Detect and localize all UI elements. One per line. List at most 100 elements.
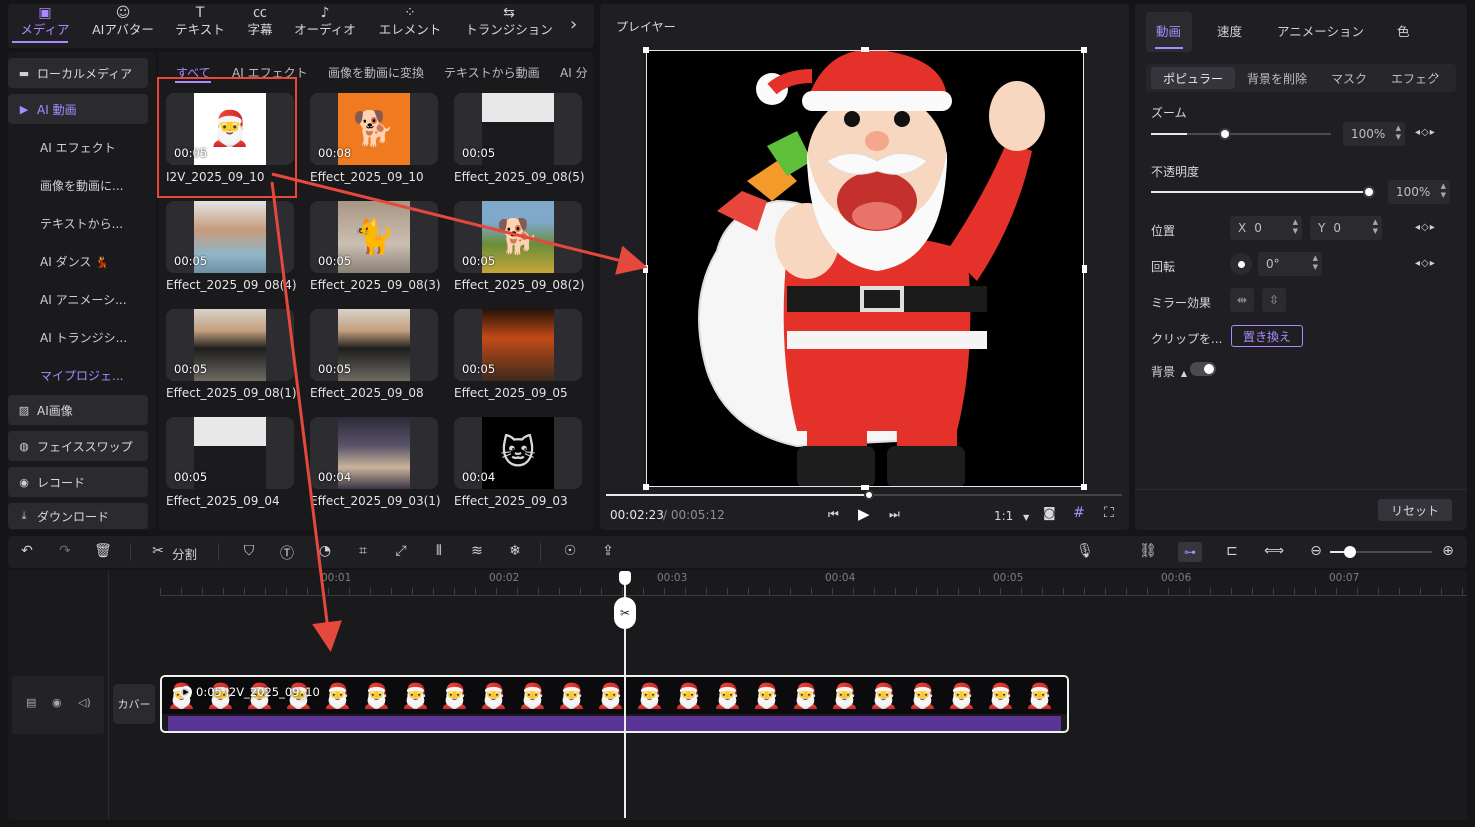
fullscreen-icon[interactable]: ⛶ xyxy=(1104,505,1114,521)
stepper-icon[interactable]: ▲ ▼ xyxy=(1293,218,1298,236)
video-clip[interactable]: 🎅🎅🎅🎅🎅🎅🎅🎅🎅🎅🎅🎅🎅🎅🎅🎅🎅🎅🎅🎅🎅🎅🎅 ▶ 0:05 I2V_2025_… xyxy=(160,675,1069,733)
sub-tab-popular[interactable]: ポピュラー xyxy=(1163,70,1223,87)
time-ruler[interactable] xyxy=(160,595,1467,596)
sidebar-item-ai-video[interactable]: ▶ AI 動画 xyxy=(8,94,148,124)
resize-handle-right[interactable] xyxy=(1082,265,1087,273)
microphone-icon[interactable]: 🎙 xyxy=(1075,543,1095,559)
play-icon[interactable]: ▶ xyxy=(858,505,870,523)
mask-shape-icon[interactable]: ⛉ xyxy=(239,543,259,559)
speed-icon[interactable]: ◔ xyxy=(315,543,335,559)
keyframe-nav-icon[interactable]: ◂◇▸ xyxy=(1415,222,1436,233)
redo-icon[interactable]: ↷ xyxy=(55,543,75,559)
media-card[interactable]: 🐈 00:05 xyxy=(310,201,438,273)
sidebar-item-local-media[interactable]: ▬ ローカルメディア xyxy=(8,58,148,88)
tab-ai-avatar[interactable]: ☺ AIアバター xyxy=(88,4,158,38)
undo-icon[interactable]: ↶ xyxy=(17,543,37,559)
background-toggle[interactable] xyxy=(1190,362,1216,376)
snapshot-icon[interactable]: ◙ xyxy=(1043,506,1056,521)
speaker-icon[interactable]: ◁) xyxy=(78,696,91,709)
resize-handle-br[interactable] xyxy=(1081,484,1087,490)
sidebar-sub-image-to-video[interactable]: 画像を動画に... xyxy=(40,177,123,194)
cover-button[interactable]: カバー xyxy=(113,684,155,724)
tab-speed[interactable]: 速度 xyxy=(1217,21,1242,40)
sidebar-item-ai-image[interactable]: ▨ AI画像 xyxy=(8,395,148,425)
tab-text[interactable]: T テキスト xyxy=(172,4,228,38)
scissors-icon[interactable]: ✂ xyxy=(148,543,168,559)
media-card[interactable]: 🐕 00:08 xyxy=(310,93,438,165)
sidebar-sub-ai-dance[interactable]: AI ダンス 💃 xyxy=(40,253,109,270)
stepper-icon[interactable]: ▲ ▼ xyxy=(1373,218,1378,236)
sub-tab-mask[interactable]: マスク xyxy=(1331,70,1367,87)
sidebar-sub-my-projects[interactable]: マイプロジェ... xyxy=(40,367,123,384)
preview-canvas[interactable] xyxy=(646,50,1084,487)
mirror-vertical-icon[interactable]: ⇳ xyxy=(1262,288,1286,312)
opacity-slider-knob[interactable] xyxy=(1363,186,1375,198)
film-icon[interactable]: ▤ xyxy=(26,696,36,709)
media-card[interactable]: 00:05 xyxy=(454,309,582,381)
sidebar-item-face-swap[interactable]: ◍ フェイススワップ xyxy=(8,431,148,461)
keyframe-nav-icon[interactable]: ◂◇▸ xyxy=(1415,127,1436,138)
link-icon[interactable]: ⛓ xyxy=(1138,543,1158,559)
crop-icon[interactable]: ⌗ xyxy=(353,543,373,559)
export-clip-icon[interactable]: ⇪ xyxy=(598,543,618,559)
zoom-in-icon[interactable]: ⊕ xyxy=(1438,543,1458,559)
media-card[interactable]: 🐕 00:05 xyxy=(454,201,582,273)
media-tab-more[interactable]: AI 分 xyxy=(560,64,588,81)
zoom-out-icon[interactable]: ⊖ xyxy=(1306,543,1326,559)
position-y-input[interactable]: Y 0 ▲ ▼ xyxy=(1310,216,1382,240)
sidebar-sub-ai-effect[interactable]: AI エフェクト xyxy=(40,139,116,156)
sidebar-sub-ai-animation[interactable]: AI アニメーシ... xyxy=(40,291,127,308)
tab-media[interactable]: ▣ メディア xyxy=(18,4,72,38)
playhead-handle[interactable] xyxy=(619,571,631,585)
text-box-icon[interactable]: Ⓣ xyxy=(277,543,297,563)
scissors-icon[interactable]: ✂ xyxy=(614,597,636,629)
align-icon[interactable]: ≋ xyxy=(467,543,487,559)
tab-animation[interactable]: アニメーション xyxy=(1277,21,1364,40)
opacity-input[interactable]: 100% ▲ ▼ xyxy=(1388,180,1450,204)
stepper-icon[interactable]: ▲ ▼ xyxy=(1396,124,1401,142)
sidebar-item-record[interactable]: ◉ レコード xyxy=(8,467,148,497)
stepper-icon[interactable]: ▲ ▼ xyxy=(1441,182,1446,200)
tab-transition[interactable]: ⇆ トランジション xyxy=(462,4,556,38)
resize-icon[interactable]: ⤢ xyxy=(391,543,411,559)
split-track-icon[interactable]: ⊏ xyxy=(1222,543,1242,559)
media-card[interactable]: 00:05 xyxy=(166,417,294,489)
fit-timeline-icon[interactable]: ⟺ xyxy=(1264,543,1284,559)
replace-button[interactable]: 置き換え xyxy=(1231,325,1303,347)
keyframe-nav-icon[interactable]: ◂◇▸ xyxy=(1415,258,1436,269)
media-card[interactable]: 00:05 xyxy=(166,309,294,381)
media-tab-image-to-video[interactable]: 画像を動画に変換 xyxy=(328,64,424,81)
eye-icon[interactable]: ◉ xyxy=(52,696,62,709)
ai-face-icon[interactable]: ☉ xyxy=(560,543,580,559)
resize-handle-tr[interactable] xyxy=(1081,47,1087,53)
next-frame-icon[interactable]: ⏭ xyxy=(889,507,900,522)
delete-icon[interactable]: 🗑 xyxy=(93,543,113,559)
tab-caption[interactable]: ㏄ 字幕 xyxy=(244,4,276,38)
rotation-input[interactable]: 0° ▲ ▼ xyxy=(1258,252,1322,276)
stepper-icon[interactable]: ▲ ▼ xyxy=(1313,254,1318,272)
zoom-input[interactable]: 100% ▲ ▼ xyxy=(1343,122,1405,146)
resize-handle-bl[interactable] xyxy=(643,484,649,490)
tab-video[interactable]: 動画 xyxy=(1156,21,1181,40)
position-x-input[interactable]: X 0 ▲ ▼ xyxy=(1230,216,1302,240)
sidebar-sub-ai-transition[interactable]: AI トランジシ... xyxy=(40,329,127,346)
split-button[interactable]: 分割 xyxy=(172,544,197,563)
magnet-snap-icon[interactable]: ⊶ xyxy=(1178,542,1202,562)
media-card[interactable]: 00:05 xyxy=(310,309,438,381)
chevron-right-icon[interactable]: › xyxy=(570,14,577,35)
media-card[interactable]: 00:05 xyxy=(454,93,582,165)
sidebar-item-download[interactable]: ⤓ ダウンロード xyxy=(8,503,148,529)
sidebar-sub-text-to-video[interactable]: テキストから... xyxy=(40,215,123,232)
resize-handle-top[interactable] xyxy=(861,47,869,52)
zoom-slider-knob[interactable] xyxy=(1219,128,1231,140)
prev-frame-icon[interactable]: ⏮ xyxy=(828,507,839,522)
sub-tab-effect[interactable]: エフェクト xyxy=(1391,70,1435,87)
timeline-zoom-knob[interactable] xyxy=(1344,546,1356,558)
ratio-select[interactable]: 1:1 ▼ xyxy=(994,509,1029,523)
media-card[interactable]: 00:05 xyxy=(166,201,294,273)
reset-button[interactable]: リセット xyxy=(1378,499,1452,521)
chevron-right-icon[interactable]: › xyxy=(1434,68,1440,84)
media-card[interactable]: 00:04 xyxy=(310,417,438,489)
chevron-up-icon[interactable]: ▲ xyxy=(1181,369,1187,378)
mirror-horizontal-icon[interactable]: ⇹ xyxy=(1230,288,1254,312)
